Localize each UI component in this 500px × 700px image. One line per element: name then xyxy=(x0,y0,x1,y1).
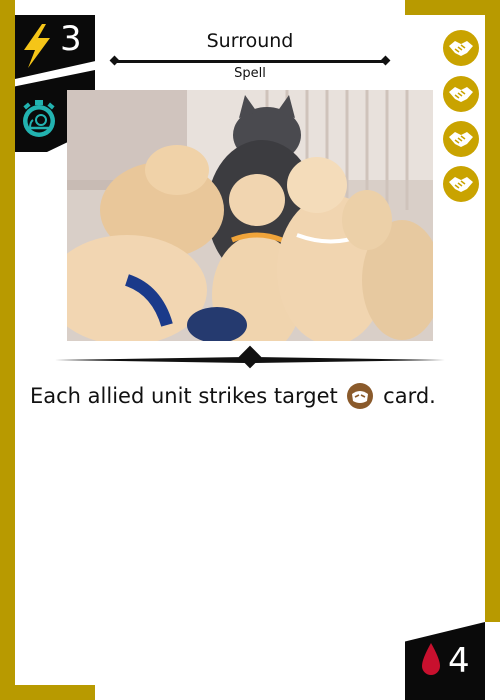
enemy-target-icon xyxy=(347,383,374,409)
handshake-icon xyxy=(443,76,479,112)
rules-text-part: card. xyxy=(383,384,436,408)
ornamental-divider xyxy=(55,345,445,369)
title-divider xyxy=(114,60,386,63)
card-frame-left xyxy=(0,0,15,700)
life-value: 4 xyxy=(448,641,470,681)
card-frame-bottom-left xyxy=(0,685,95,700)
cost-value: 3 xyxy=(60,19,82,59)
card-frame-right xyxy=(485,0,500,622)
snail-stopwatch-icon xyxy=(23,100,55,137)
rules-text-part: Each allied unit strikes target xyxy=(30,384,338,408)
handshake-icon xyxy=(443,30,479,66)
lightning-bolt-icon xyxy=(24,24,50,68)
card-title: Surround xyxy=(206,30,294,52)
card-type: Spell xyxy=(234,66,266,81)
rules-text: Each allied unit strikes target card. xyxy=(30,381,470,411)
card-artwork xyxy=(67,90,433,341)
life-badge xyxy=(405,622,485,700)
blood-drop-icon xyxy=(422,643,440,675)
handshake-icon xyxy=(443,121,479,157)
handshake-icon xyxy=(443,166,479,202)
